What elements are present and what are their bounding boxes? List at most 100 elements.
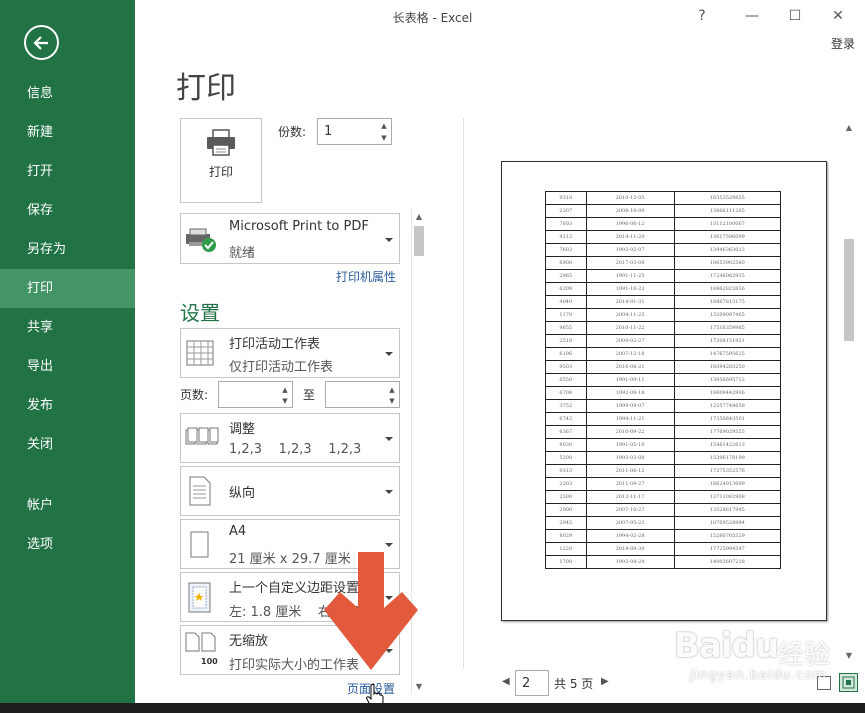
window-title: 长表格 - Excel bbox=[392, 11, 473, 25]
help-button[interactable]: ? bbox=[692, 6, 712, 26]
table-row: 9313 2011-06-12 17275352576 bbox=[545, 464, 782, 478]
table-cell: 6209 bbox=[545, 282, 587, 296]
table-cell: 8030 bbox=[545, 438, 587, 452]
previous-page-icon[interactable]: ◀ bbox=[502, 676, 510, 687]
table-cell: 15286705529 bbox=[673, 529, 782, 543]
table-cell: 9655 bbox=[545, 321, 587, 335]
table-cell: 1996-06-12 bbox=[585, 217, 675, 231]
sidebar-item-publish[interactable]: 发布 bbox=[0, 386, 135, 425]
table-cell: 15461422613 bbox=[673, 438, 782, 452]
chevron-down-icon bbox=[385, 543, 393, 547]
print-scope-dropdown[interactable]: 打印活动工作表 仅打印活动工作表 bbox=[180, 328, 400, 378]
table-row: 6209 1991-10-23 18862822636 bbox=[545, 282, 782, 296]
sidebar-item-open[interactable]: 打开 bbox=[0, 152, 135, 191]
pages-from-stepper[interactable]: ▲ ▼ bbox=[218, 381, 293, 408]
table-cell: 17725994547 bbox=[673, 542, 782, 556]
table-cell: 18624913699 bbox=[673, 477, 782, 491]
sidebar-item-save[interactable]: 保存 bbox=[0, 191, 135, 230]
back-arrow-icon[interactable] bbox=[24, 25, 59, 60]
sidebar-item-print[interactable]: 打印 bbox=[0, 269, 135, 308]
table-cell: 5208 bbox=[545, 451, 587, 465]
table-cell: 13866111205 bbox=[673, 204, 782, 218]
table-cell: 12257748658 bbox=[673, 399, 782, 413]
table-cell: 1992-02-07 bbox=[585, 243, 675, 257]
table-cell: 2965 bbox=[545, 269, 587, 283]
table-cell: 13528617945 bbox=[673, 503, 782, 517]
preview-table: 9318 2010-12-05 18353529855 2307 2008-10-09 1… bbox=[545, 191, 782, 569]
margins-icon bbox=[188, 582, 211, 613]
table-cell: 13209097465 bbox=[673, 308, 782, 322]
sidebar-item-close[interactable]: 关闭 bbox=[0, 425, 135, 464]
chevron-up-icon[interactable]: ▲ bbox=[379, 121, 389, 131]
table-row: 7603 1996-06-12 13112100067 bbox=[545, 217, 782, 231]
chevron-up-icon[interactable]: ▲ bbox=[387, 385, 397, 395]
printer-properties-link[interactable]: 打印机属性 bbox=[336, 268, 396, 285]
print-button[interactable]: 打印 bbox=[180, 118, 262, 203]
table-cell: 2010-12-05 bbox=[585, 191, 675, 205]
watermark-brand-part2: du bbox=[731, 626, 780, 666]
chevron-up-icon[interactable]: ▲ bbox=[280, 385, 290, 395]
page-title: 打印 bbox=[176, 71, 236, 106]
no-scaling-icon: 100 bbox=[183, 632, 219, 672]
table-row: 2965 1991-11-25 17246082935 bbox=[545, 269, 782, 283]
table-cell: 17516359985 bbox=[673, 321, 782, 335]
scroll-down-icon[interactable]: ▼ bbox=[412, 680, 426, 694]
copies-value: 1 bbox=[324, 124, 333, 139]
orientation-dropdown[interactable]: 纵向 bbox=[180, 466, 400, 516]
preview-scrollbar[interactable] bbox=[841, 119, 857, 664]
sidebar-item-share[interactable]: 共享 bbox=[0, 308, 135, 347]
sidebar-item-account[interactable]: 帐户 bbox=[0, 486, 135, 525]
scaling-icon-text: 100 bbox=[201, 657, 218, 666]
table-cell: 1999-09-07 bbox=[585, 399, 675, 413]
sidebar-item-options[interactable]: 选项 bbox=[0, 525, 135, 564]
table-row: 8029 1994-02-28 15286705529 bbox=[545, 529, 782, 543]
chevron-down-icon[interactable]: ▼ bbox=[280, 396, 290, 406]
table-row: 6367 2010-09-22 17769029555 bbox=[545, 425, 782, 439]
sidebar-item-info[interactable]: 信息 bbox=[0, 74, 135, 113]
table-cell: 2007-10-27 bbox=[585, 503, 675, 517]
table-cell: 18769528994 bbox=[673, 516, 782, 530]
table-cell: 2007-12-18 bbox=[585, 347, 675, 361]
table-cell: 7603 bbox=[545, 217, 587, 231]
table-cell: 2017-03-08 bbox=[585, 256, 675, 270]
table-cell: 18353529855 bbox=[673, 191, 782, 205]
chevron-down-icon[interactable]: ▼ bbox=[379, 133, 389, 143]
scroll-up-icon[interactable]: ▲ bbox=[412, 210, 426, 224]
preview-scroll-thumb[interactable] bbox=[844, 239, 854, 341]
chevron-down-icon[interactable]: ▼ bbox=[387, 396, 397, 406]
sidebar-item-new[interactable]: 新建 bbox=[0, 113, 135, 152]
table-cell: 18653902580 bbox=[673, 256, 782, 270]
sidebar-item-export[interactable]: 导出 bbox=[0, 347, 135, 386]
paper-icon bbox=[190, 531, 209, 558]
table-row: 6196 2007-12-18 14767595625 bbox=[545, 347, 782, 361]
table-row: 2307 2008-10-09 13866111205 bbox=[545, 204, 782, 218]
close-button[interactable]: ✕ bbox=[828, 6, 848, 26]
collate-dropdown[interactable]: 调整 1,2,3 1,2,3 1,2,3 bbox=[180, 413, 400, 463]
orientation-main: 纵向 bbox=[229, 486, 256, 501]
next-page-icon[interactable]: ▶ bbox=[601, 676, 609, 687]
sidebar-item-save-as[interactable]: 另存为 bbox=[0, 230, 135, 269]
print-button-label: 打印 bbox=[208, 165, 233, 179]
minimize-button[interactable]: — bbox=[742, 6, 762, 26]
pages-to-stepper[interactable]: ▲ ▼ bbox=[325, 381, 400, 408]
login-link[interactable]: 登录 bbox=[831, 35, 855, 52]
table-cell: 6196 bbox=[545, 347, 587, 361]
table-cell: 2009-02-27 bbox=[585, 334, 675, 348]
printer-dropdown[interactable]: Microsoft Print to PDF 就绪 bbox=[180, 213, 400, 264]
copies-stepper[interactable]: 1 ▲ ▼ bbox=[317, 118, 392, 145]
table-cell: 2011-06-12 bbox=[585, 464, 675, 478]
maximize-button[interactable]: ☐ bbox=[785, 6, 805, 26]
table-cell: 17769029555 bbox=[673, 425, 782, 439]
table-cell: 2010-11-22 bbox=[585, 321, 675, 335]
table-cell: 2016-08-21 bbox=[585, 360, 675, 374]
page-total: 共 5 页 bbox=[554, 677, 594, 691]
settings-scroll-thumb[interactable] bbox=[414, 226, 424, 256]
scroll-up-icon[interactable]: ▲ bbox=[842, 121, 856, 135]
current-page-value: 2 bbox=[522, 676, 531, 691]
pages-label: 页数: bbox=[180, 388, 209, 402]
panel-divider bbox=[463, 118, 464, 668]
print-scope-main: 打印活动工作表 bbox=[229, 337, 321, 352]
table-row: 6550 1991-09-11 13956695712 bbox=[545, 373, 782, 387]
watermark-brand-part1: Bai bbox=[674, 626, 733, 666]
current-page-input[interactable]: 2 bbox=[515, 670, 549, 696]
